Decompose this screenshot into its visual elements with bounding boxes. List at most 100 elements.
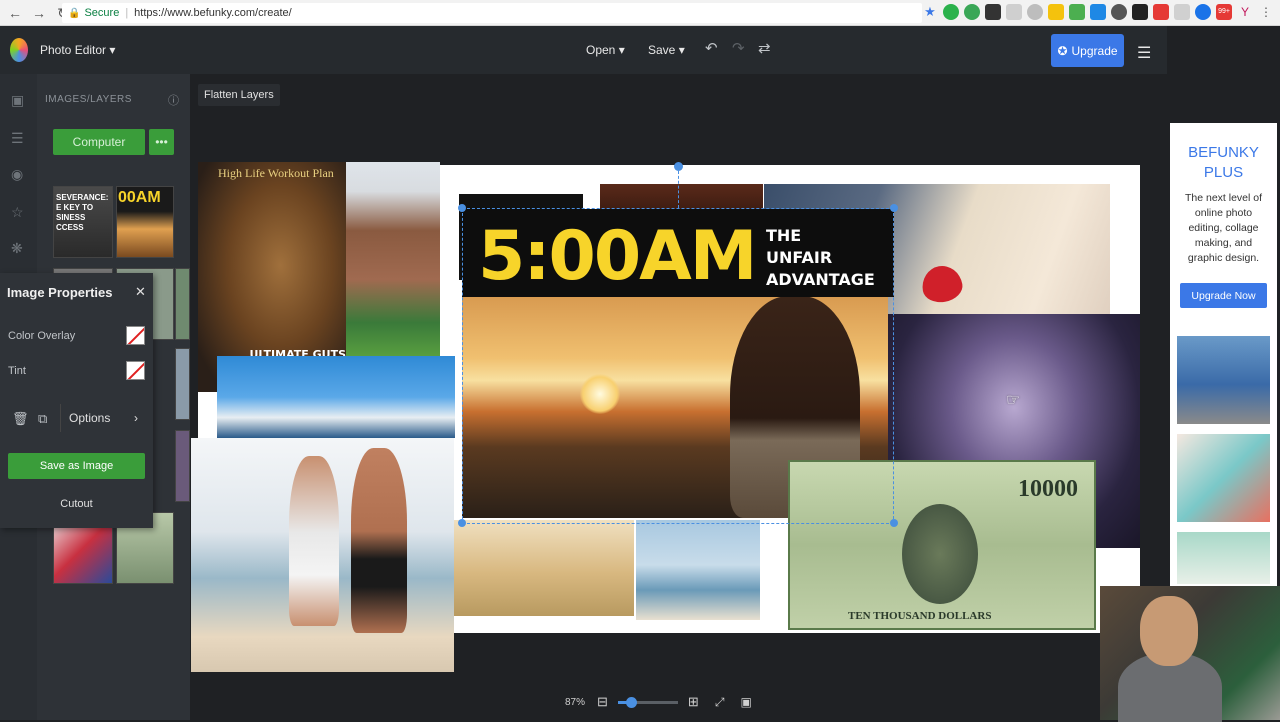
extension-grey-icon[interactable] [1006,4,1022,20]
open-label: Open [586,43,616,57]
extension-camera-icon[interactable] [1111,4,1127,20]
cutout-button[interactable]: Cutout [8,491,145,517]
trash-icon[interactable]: 🗑 [12,411,29,427]
zoom-out-icon[interactable]: ⊟ [597,694,608,710]
layer-thumbnail[interactable]: 00AM [116,186,174,258]
zoom-slider[interactable] [617,696,678,708]
columns-image[interactable] [454,520,634,616]
thumbnail-caption: SEVERANCE: E KEY TO SINESS CCESS [56,193,109,232]
ad-description: The next level of online photo editing, … [1184,192,1263,264]
ad-title-line-1: BEFUNKY [1188,144,1259,161]
runner-woman-shape [289,456,339,626]
runner-man-shape [351,448,407,633]
resize-handle-top-right[interactable] [890,204,898,212]
eye-icon[interactable]: ◉ [11,166,23,183]
swap-icon[interactable]: ⇄ [758,39,771,57]
zoom-level: 87% [565,696,586,708]
extension-badge-icon[interactable]: 99+ [1216,4,1232,20]
extension-y-icon[interactable]: Y [1237,4,1253,20]
close-icon[interactable]: ✕ [135,284,146,300]
sliders-icon[interactable]: ☰ [11,130,24,147]
couple-running-image[interactable] [191,438,454,672]
heart-shape [919,262,965,306]
layer-thumbnail[interactable]: SEVERANCE: E KEY TO SINESS CCESS [53,186,113,258]
extension-github-icon[interactable] [1132,4,1148,20]
save-label: Save [648,43,676,57]
cruise-ship-image[interactable] [217,356,455,438]
ad-title: BEFUNKY PLUS [1170,143,1277,183]
ad-car-image [1177,336,1270,424]
extension-yellow-icon[interactable] [1048,4,1064,20]
chevron-down-icon: ▾ [678,43,685,57]
extension-blue-icon[interactable] [1195,4,1211,20]
bill-amount: 10000 [1018,476,1078,502]
fit-screen-icon[interactable]: ⤢ [715,695,725,710]
bill-portrait-shape [902,504,978,604]
rotate-handle[interactable] [674,162,683,171]
extension-dark-icon[interactable] [985,4,1001,20]
url-separator: | [125,7,129,19]
bookmark-star-icon[interactable]: ★ [922,4,938,20]
zoom-controls: 87% ⊟ ⊞ ⤢ ▣ [565,690,795,714]
upgrade-button[interactable]: ✪ Upgrade [1051,34,1124,67]
beach-laptop-image[interactable] [636,520,760,620]
image-icon[interactable]: ▣ [11,92,24,109]
open-menu[interactable]: Open ▾ [586,43,625,57]
hamburger-menu-icon[interactable]: ☰ [1137,43,1151,63]
tint-swatch[interactable] [126,361,145,380]
mansion-image[interactable] [346,162,440,358]
upgrade-now-button[interactable]: Upgrade Now [1180,283,1267,308]
ad-summer-image [1177,532,1270,584]
rotate-handle-line [678,171,679,208]
extension-red-icon[interactable] [1153,4,1169,20]
layer-thumbnail[interactable] [175,430,190,502]
resize-handle-top-left[interactable] [458,204,466,212]
extension-evernote-icon[interactable] [964,4,980,20]
computer-upload-button[interactable]: Computer [53,129,145,155]
extension-icons: ★ 99+ Y ⋮ [922,4,1274,20]
resize-handle-bottom-right[interactable] [890,519,898,527]
chevron-down-icon: ▾ [618,43,625,57]
zoom-slider-knob[interactable] [625,696,637,708]
extension-green-icon[interactable] [943,4,959,20]
more-options-button[interactable]: ••• [149,129,174,155]
shapes-icon[interactable]: ❋ [11,240,23,257]
workout-plan-title: High Life Workout Plan [218,166,334,180]
befunky-logo[interactable] [10,38,28,62]
address-bar[interactable]: 🔒 Secure | https://www.befunky.com/creat… [62,3,922,23]
color-overlay-swatch[interactable] [126,326,145,345]
layer-thumbnail[interactable] [175,348,190,420]
info-icon[interactable]: ⓘ [168,92,179,108]
options-row[interactable]: Options › [60,404,146,432]
save-menu[interactable]: Save ▾ [648,43,685,57]
extension-circle-icon[interactable] [1027,4,1043,20]
back-icon[interactable]: ← [6,4,24,22]
favorites-star-icon[interactable]: ☆ [11,204,24,221]
panel-title: IMAGES/LAYERS [45,94,132,105]
tint-label: Tint [8,365,26,377]
flatten-layers-button[interactable]: Flatten Layers [198,84,280,106]
secure-label: Secure [84,7,120,19]
zoom-in-icon[interactable]: ⊞ [688,694,699,710]
actual-size-icon[interactable]: ▣ [740,695,751,709]
star-badge-icon: ✪ [1057,43,1068,58]
lock-icon: 🔒 [68,7,81,19]
extension-calendar-icon[interactable] [1069,4,1085,20]
chevron-down-icon: ▾ [109,43,116,57]
extension-iq-icon[interactable] [1090,4,1106,20]
layer-thumbnail[interactable] [175,268,190,340]
resize-handle-bottom-left[interactable] [458,519,466,527]
redo-icon[interactable]: ↷ [732,39,745,57]
forward-icon[interactable]: → [30,4,48,22]
webcam-overlay [1100,586,1280,722]
undo-icon[interactable]: ↶ [705,39,718,57]
browser-toolbar: ← → ↻ 🔒 Secure | https://www.befunky.com… [0,0,1280,26]
image-properties-panel: Image Properties ✕ Color Overlay Tint 🗑 … [0,273,153,528]
photo-editor-menu[interactable]: Photo Editor ▾ [40,43,115,57]
bill-text: TEN THOUSAND DOLLARS [848,610,992,622]
save-as-image-button[interactable]: Save as Image [8,453,145,479]
browser-menu-icon[interactable]: ⋮ [1258,4,1274,20]
extension-page-icon[interactable] [1174,4,1190,20]
image-properties-title: Image Properties [7,285,113,300]
duplicate-icon[interactable]: ⧉ [38,411,47,427]
